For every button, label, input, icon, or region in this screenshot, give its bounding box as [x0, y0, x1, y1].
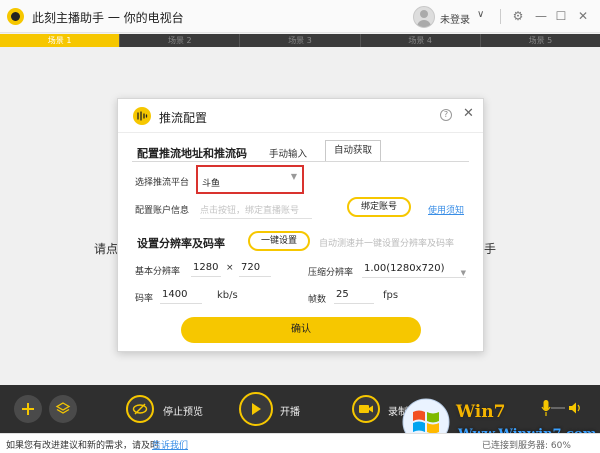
video-camera-icon	[359, 405, 373, 413]
eye-off-icon	[132, 403, 148, 415]
tab-scene-5[interactable]: 场景 5	[481, 34, 600, 47]
title-bar: 此刻主播助手 一 你的电视台 未登录 ∨ ⚙ — ☐ ✕	[0, 0, 600, 33]
close-icon[interactable]: ✕	[463, 106, 474, 121]
start-stream-label: 开播	[280, 407, 300, 418]
scene-tabs: 场景 1 场景 2 场景 3 场景 4 场景 5	[0, 34, 600, 47]
stream-section-title: 配置推流地址和推流码	[137, 147, 247, 160]
minimize-button[interactable]: —	[533, 8, 549, 24]
usage-notice-link[interactable]: 使用须知	[428, 203, 464, 216]
base-height-input[interactable]: 720	[239, 260, 271, 277]
user-avatar[interactable]	[413, 6, 435, 28]
times-sign: ×	[226, 263, 234, 273]
stream-config-icon	[133, 107, 151, 125]
connection-status: 已连接到服务器: 60%	[482, 441, 571, 451]
tab-scene-4[interactable]: 场景 4	[361, 34, 481, 47]
close-window-button[interactable]: ✕	[575, 8, 591, 24]
platform-selected-value: 斗鱼	[202, 179, 221, 189]
scaled-resolution-label: 压缩分辨率	[308, 268, 354, 278]
dialog-header-divider	[118, 132, 483, 133]
auto-setup-hint: 自动测速并一键设置分辨率及码率	[319, 239, 455, 249]
tab-scene-3[interactable]: 场景 3	[240, 34, 361, 47]
dialog-title: 推流配置	[159, 111, 208, 125]
bitrate-unit: kb/s	[217, 290, 238, 301]
layers-button[interactable]	[49, 395, 77, 423]
title-divider	[500, 9, 501, 24]
speaker-icon[interactable]	[568, 401, 582, 415]
tab-manual-input[interactable]: 手动输入	[269, 146, 307, 160]
account-label: 配置账户信息	[135, 206, 190, 216]
app-logo-icon	[7, 8, 24, 25]
settings-gear-icon[interactable]: ⚙	[510, 8, 526, 24]
play-icon	[252, 403, 261, 415]
feedback-link[interactable]: 告诉我们	[152, 438, 188, 451]
bind-account-button[interactable]: 绑定账号	[347, 197, 411, 217]
base-width-input[interactable]: 1280	[191, 260, 221, 277]
platform-select[interactable]: 斗鱼 ▼	[196, 165, 304, 194]
stop-preview-label: 停止预览	[163, 407, 203, 418]
confirm-button[interactable]: 确认	[181, 317, 421, 343]
bottom-toolbar: 停止预览 开播 录制	[0, 385, 600, 433]
resolution-section-title: 设置分辨率及码率	[137, 237, 225, 250]
bitrate-label: 码率	[135, 294, 154, 304]
stream-config-dialog: 推流配置 ? ✕ 配置推流地址和推流码 手动输入 自动获取 选择推流平台 斗鱼 …	[117, 98, 484, 352]
start-stream-button[interactable]	[239, 392, 273, 426]
account-hint: 点击按钮，绑定直播账号	[200, 203, 312, 219]
app-title: 此刻主播助手 一 你的电视台	[32, 11, 184, 25]
maximize-button[interactable]: ☐	[553, 8, 569, 24]
fps-unit: fps	[383, 290, 399, 301]
scaled-resolution-value: 1.00(1280x720)	[364, 263, 445, 274]
watermark-brand: Win7	[456, 402, 506, 422]
chevron-down-icon[interactable]: ∨	[477, 9, 484, 20]
user-login-status[interactable]: 未登录	[440, 11, 470, 26]
add-source-button[interactable]	[14, 395, 42, 423]
feedback-text: 如果您有改进建议和新的需求，请及时	[6, 441, 160, 451]
fps-label: 帧数	[308, 295, 327, 305]
dropdown-arrow-icon: ▼	[290, 172, 297, 181]
base-resolution-label: 基本分辨率	[135, 267, 181, 277]
dropdown-arrow-icon: ▼	[460, 269, 466, 277]
one-click-setup-button[interactable]: 一键设置	[248, 231, 310, 251]
tab-auto-fetch[interactable]: 自动获取	[325, 140, 381, 161]
mic-volume-slider[interactable]	[551, 407, 565, 409]
scaled-resolution-select[interactable]: 1.00(1280x720) ▼	[362, 261, 466, 278]
tab-scene-1[interactable]: 场景 1	[0, 34, 121, 47]
microphone-icon[interactable]	[541, 399, 551, 417]
tab-scene-2[interactable]: 场景 2	[120, 34, 241, 47]
record-button[interactable]	[352, 395, 380, 423]
platform-label: 选择推流平台	[135, 178, 190, 188]
plus-icon	[22, 403, 34, 415]
help-icon[interactable]: ?	[440, 109, 452, 121]
stop-preview-button[interactable]	[126, 395, 154, 423]
fps-input[interactable]: 25	[334, 287, 374, 304]
layers-icon	[55, 402, 71, 414]
bitrate-input[interactable]: 1400	[160, 287, 202, 304]
tab-underline	[132, 161, 469, 162]
status-bar: 如果您有改进建议和新的需求，请及时 告诉我们 已连接到服务器: 60%	[0, 433, 600, 453]
